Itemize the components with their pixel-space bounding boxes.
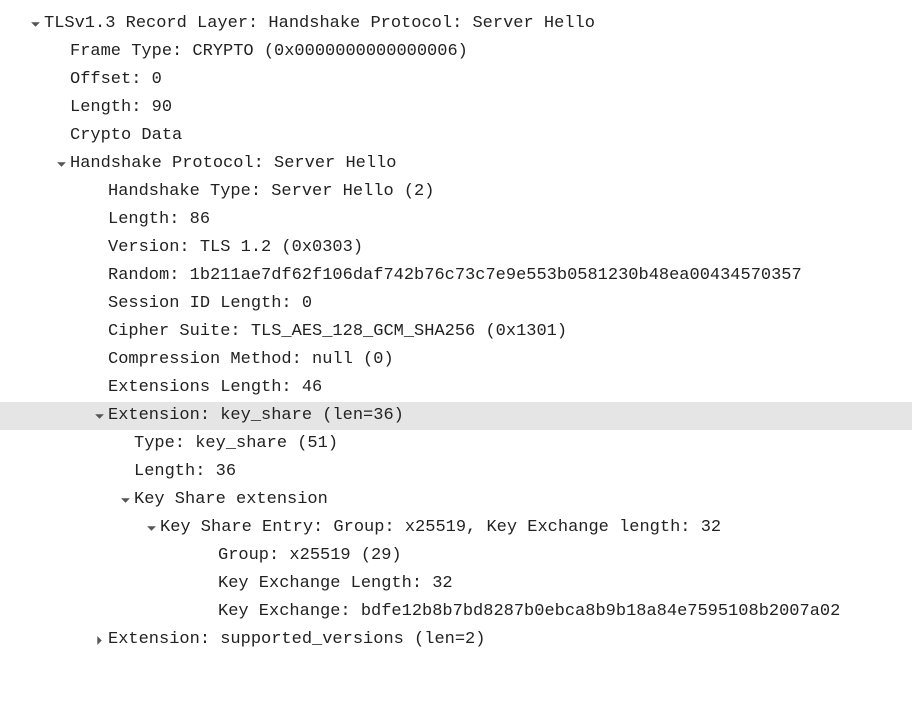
tree-row-version[interactable]: Version: TLS 1.2 (0x0303) bbox=[0, 234, 912, 262]
tree-row-cipher-suite[interactable]: Cipher Suite: TLS_AES_128_GCM_SHA256 (0x… bbox=[0, 318, 912, 346]
compression-method-value: Compression Method: null (0) bbox=[108, 346, 394, 374]
ext-key-share-label: Extension: key_share (len=36) bbox=[108, 402, 404, 430]
tree-row-key-share-length[interactable]: Length: 36 bbox=[0, 458, 912, 486]
tree-row-handshake-length[interactable]: Length: 86 bbox=[0, 206, 912, 234]
offset-value: Offset: 0 bbox=[70, 66, 162, 94]
random-value: Random: 1b211ae7df62f106daf742b76c73c7e9… bbox=[108, 262, 802, 290]
group-value: Group: x25519 (29) bbox=[218, 542, 402, 570]
tree-row-record-layer[interactable]: TLSv1.3 Record Layer: Handshake Protocol… bbox=[0, 10, 912, 38]
ext-supported-versions-label: Extension: supported_versions (len=2) bbox=[108, 626, 485, 654]
record-layer-label: TLSv1.3 Record Layer: Handshake Protocol… bbox=[44, 10, 595, 38]
chevron-down-icon[interactable] bbox=[90, 407, 108, 425]
tree-row-key-exchange[interactable]: Key Exchange: bdfe12b8b7bd8287b0ebca8b9b… bbox=[0, 598, 912, 626]
tree-row-key-share-extension[interactable]: Key Share extension bbox=[0, 486, 912, 514]
tree-row-handshake-protocol[interactable]: Handshake Protocol: Server Hello bbox=[0, 150, 912, 178]
tree-row-session-id-length[interactable]: Session ID Length: 0 bbox=[0, 290, 912, 318]
session-id-length-value: Session ID Length: 0 bbox=[108, 290, 312, 318]
tree-row-extensions-length[interactable]: Extensions Length: 46 bbox=[0, 374, 912, 402]
handshake-length-value: Length: 86 bbox=[108, 206, 210, 234]
tree-row-handshake-type[interactable]: Handshake Type: Server Hello (2) bbox=[0, 178, 912, 206]
chevron-right-icon[interactable] bbox=[90, 631, 108, 649]
version-value: Version: TLS 1.2 (0x0303) bbox=[108, 234, 363, 262]
handshake-label: Handshake Protocol: Server Hello bbox=[70, 150, 396, 178]
extensions-length-value: Extensions Length: 46 bbox=[108, 374, 322, 402]
packet-details-tree: TLSv1.3 Record Layer: Handshake Protocol… bbox=[0, 0, 912, 654]
tree-row-extension-key-share[interactable]: Extension: key_share (len=36) bbox=[0, 402, 912, 430]
chevron-down-icon[interactable] bbox=[26, 15, 44, 33]
tree-row-random[interactable]: Random: 1b211ae7df62f106daf742b76c73c7e9… bbox=[0, 262, 912, 290]
key-exchange-length-value: Key Exchange Length: 32 bbox=[218, 570, 453, 598]
frame-type-value: Frame Type: CRYPTO (0x0000000000000006) bbox=[70, 38, 468, 66]
tree-row-offset[interactable]: Offset: 0 bbox=[0, 66, 912, 94]
tree-row-crypto-data[interactable]: Crypto Data bbox=[0, 122, 912, 150]
cipher-suite-value: Cipher Suite: TLS_AES_128_GCM_SHA256 (0x… bbox=[108, 318, 567, 346]
tree-row-group[interactable]: Group: x25519 (29) bbox=[0, 542, 912, 570]
kse-label: Key Share extension bbox=[134, 486, 328, 514]
tree-row-key-exchange-length[interactable]: Key Exchange Length: 32 bbox=[0, 570, 912, 598]
tree-row-extension-supported-versions[interactable]: Extension: supported_versions (len=2) bbox=[0, 626, 912, 654]
chevron-down-icon[interactable] bbox=[52, 155, 70, 173]
handshake-type-value: Handshake Type: Server Hello (2) bbox=[108, 178, 434, 206]
tree-row-compression-method[interactable]: Compression Method: null (0) bbox=[0, 346, 912, 374]
chevron-down-icon[interactable] bbox=[116, 491, 134, 509]
crypto-data-value: Crypto Data bbox=[70, 122, 182, 150]
tree-row-frame-type[interactable]: Frame Type: CRYPTO (0x0000000000000006) bbox=[0, 38, 912, 66]
key-share-type-value: Type: key_share (51) bbox=[134, 430, 338, 458]
chevron-down-icon[interactable] bbox=[142, 519, 160, 537]
tree-row-length[interactable]: Length: 90 bbox=[0, 94, 912, 122]
length-value: Length: 90 bbox=[70, 94, 172, 122]
key-share-entry-label: Key Share Entry: Group: x25519, Key Exch… bbox=[160, 514, 721, 542]
tree-row-key-share-entry[interactable]: Key Share Entry: Group: x25519, Key Exch… bbox=[0, 514, 912, 542]
key-exchange-value: Key Exchange: bdfe12b8b7bd8287b0ebca8b9b… bbox=[218, 598, 840, 626]
tree-row-key-share-type[interactable]: Type: key_share (51) bbox=[0, 430, 912, 458]
key-share-length-value: Length: 36 bbox=[134, 458, 236, 486]
